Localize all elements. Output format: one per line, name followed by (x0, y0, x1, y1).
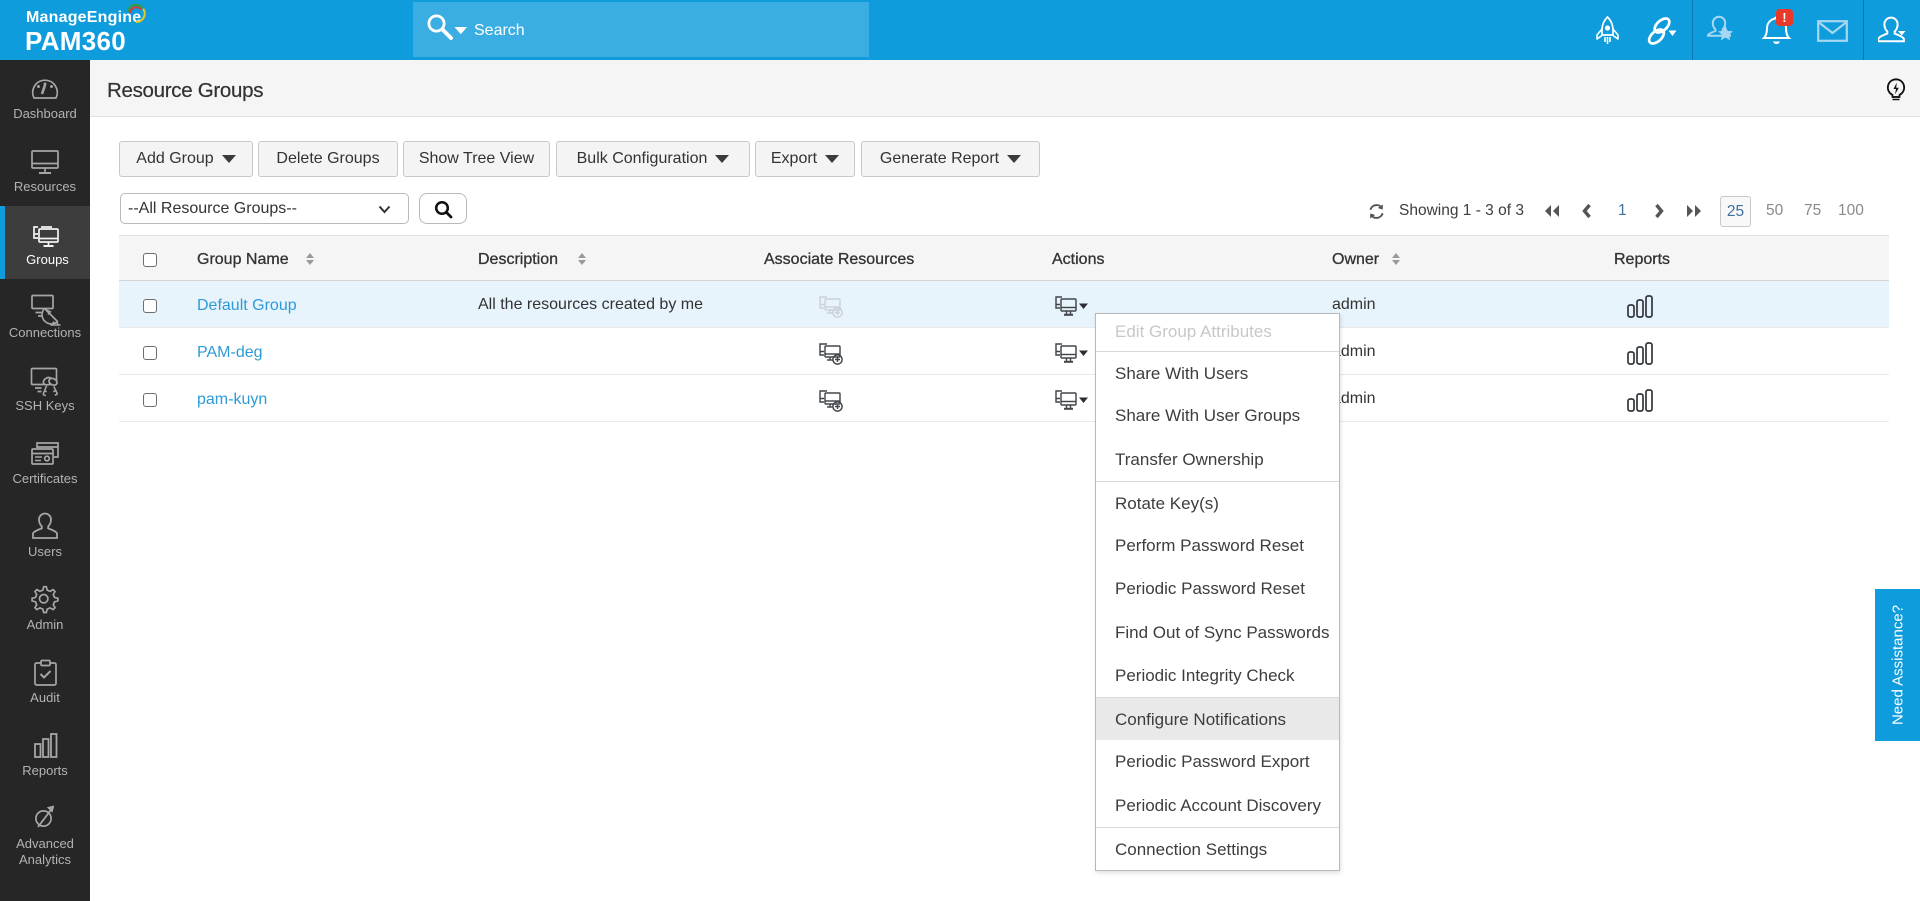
svg-text:!: ! (1782, 11, 1786, 25)
